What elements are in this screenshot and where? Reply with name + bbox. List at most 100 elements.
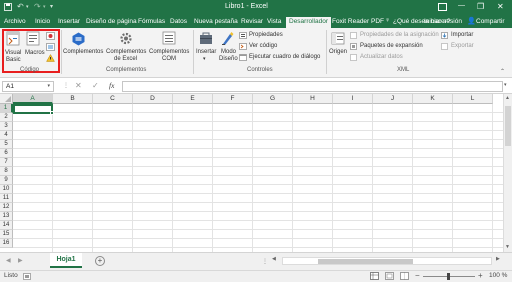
column-header-b[interactable]: B xyxy=(53,94,93,104)
propiedades-label[interactable]: Propiedades xyxy=(249,32,283,38)
scroll-up-icon[interactable]: ▲ xyxy=(505,95,510,101)
expand-formula-bar-icon[interactable]: ▾ xyxy=(504,82,507,88)
view-code-icon[interactable] xyxy=(239,43,247,50)
com-addins-icon[interactable] xyxy=(162,31,176,46)
column-header-f[interactable]: F xyxy=(213,94,253,104)
scroll-down-icon[interactable]: ▼ xyxy=(505,244,510,250)
prev-sheet-icon[interactable]: ◀ xyxy=(6,257,11,264)
column-header-a[interactable]: A xyxy=(13,94,53,104)
worksheet-grid[interactable]: ABCDEFGHIJKL 1 2 3 4 5 6 7 8 9 10 11 12 13 14 15 16 ▲ ▼ xyxy=(0,94,512,252)
confirm-entry-button[interactable]: ✓ xyxy=(92,81,99,90)
tab-insertar[interactable]: Insertar xyxy=(58,16,80,28)
sheet-tab-hoja1[interactable]: Hoja1 xyxy=(50,253,82,268)
tab-archivo[interactable]: Archivo xyxy=(4,16,26,28)
share-button[interactable]: Compartir xyxy=(476,16,505,28)
tab-inicio[interactable]: Inicio xyxy=(35,16,50,28)
fill-handle[interactable] xyxy=(50,111,54,115)
select-all-corner[interactable] xyxy=(0,94,13,104)
column-header-i[interactable]: I xyxy=(333,94,373,104)
ribbon-display-options-icon[interactable] xyxy=(438,3,447,11)
row-header-15[interactable]: 15 xyxy=(0,230,13,239)
restore-button[interactable]: ❐ xyxy=(477,2,484,11)
column-header-k[interactable]: K xyxy=(413,94,453,104)
zoom-out-button[interactable]: − xyxy=(415,271,420,280)
tab-diseno-pagina[interactable]: Diseño de página xyxy=(86,16,137,28)
normal-view-icon[interactable] xyxy=(370,272,379,280)
column-header-l[interactable]: L xyxy=(453,94,493,104)
tab-revisar[interactable]: Revisar xyxy=(241,16,263,28)
horizontal-scroll-thumb[interactable] xyxy=(318,259,413,264)
importar-label[interactable]: Importar xyxy=(451,32,473,38)
column-header-h[interactable]: H xyxy=(293,94,333,104)
undo-icon[interactable]: ↶ xyxy=(17,2,24,11)
insertar-dropdown-icon[interactable]: ▾ xyxy=(203,56,206,62)
active-cell-a1[interactable] xyxy=(13,104,53,114)
excel-addins-label-2[interactable]: de Excel xyxy=(114,56,137,62)
expansion-packs-icon[interactable] xyxy=(350,43,357,50)
tab-split-handle[interactable]: ⋮ xyxy=(262,258,268,265)
properties-icon[interactable] xyxy=(239,32,247,39)
tab-desarrollador[interactable]: Desarrollador xyxy=(286,17,332,28)
tab-vista[interactable]: Vista xyxy=(267,16,281,28)
run-dialog-icon[interactable] xyxy=(239,54,247,61)
origen-label[interactable]: Origen xyxy=(329,49,347,55)
column-header-c[interactable]: C xyxy=(93,94,133,104)
minimize-button[interactable]: — xyxy=(458,2,465,9)
tab-nueva-pestana[interactable]: Nueva pestaña xyxy=(194,16,238,28)
row-header-2[interactable]: 2 xyxy=(0,113,13,122)
zoom-slider-thumb[interactable] xyxy=(447,273,450,280)
close-button[interactable]: ✕ xyxy=(497,2,504,11)
insert-function-button[interactable]: fx xyxy=(109,81,114,90)
cancel-entry-button[interactable]: ✕ xyxy=(75,81,82,90)
tab-datos[interactable]: Datos xyxy=(170,16,187,28)
row-header-10[interactable]: 10 xyxy=(0,185,13,194)
vertical-scrollbar[interactable]: ▲ ▼ xyxy=(503,94,512,252)
name-box-dropdown-icon[interactable]: ▾ xyxy=(47,83,50,89)
ejecutar-dialogo-label[interactable]: Ejecutar cuadro de diálogo xyxy=(249,54,320,60)
row-header-12[interactable]: 12 xyxy=(0,203,13,212)
row-header-13[interactable]: 13 xyxy=(0,212,13,221)
excel-addins-label[interactable]: Complementos xyxy=(106,49,146,55)
vertical-scroll-thumb[interactable] xyxy=(505,106,511,146)
row-header-16[interactable]: 16 xyxy=(0,239,13,248)
row-header-1[interactable]: 1 xyxy=(0,104,13,113)
com-addins-label[interactable]: Complementos xyxy=(149,49,189,55)
zoom-level[interactable]: 100 % xyxy=(489,272,507,279)
row-header-7[interactable]: 7 xyxy=(0,158,13,167)
redo-dropdown-icon[interactable]: ▾ xyxy=(43,4,46,10)
xml-source-icon[interactable] xyxy=(331,32,345,45)
add-sheet-button[interactable]: + xyxy=(95,256,105,266)
column-header-j[interactable]: J xyxy=(373,94,413,104)
modo-diseno-label[interactable]: Modo xyxy=(221,49,236,55)
page-break-view-icon[interactable] xyxy=(400,272,409,280)
redo-icon[interactable]: ↷ xyxy=(34,2,41,11)
row-header-5[interactable]: 5 xyxy=(0,140,13,149)
name-box[interactable]: A1 ▾ xyxy=(2,81,54,92)
undo-dropdown-icon[interactable]: ▾ xyxy=(26,4,29,10)
column-header-e[interactable]: E xyxy=(173,94,213,104)
row-header-8[interactable]: 8 xyxy=(0,167,13,176)
row-header-9[interactable]: 9 xyxy=(0,176,13,185)
complementos-label[interactable]: Complementos xyxy=(63,49,103,55)
macro-recording-icon[interactable] xyxy=(23,273,31,280)
excel-addins-gear-icon[interactable] xyxy=(119,31,133,46)
column-header-g[interactable]: G xyxy=(253,94,293,104)
row-header-11[interactable]: 11 xyxy=(0,194,13,203)
formula-input[interactable] xyxy=(122,81,503,92)
row-header-4[interactable]: 4 xyxy=(0,131,13,140)
row-header-3[interactable]: 3 xyxy=(0,122,13,131)
tab-formulas[interactable]: Fórmulas xyxy=(138,16,165,28)
toolbox-icon[interactable] xyxy=(199,32,213,45)
design-mode-icon[interactable] xyxy=(221,31,235,46)
scroll-right-icon[interactable]: ▶ xyxy=(496,256,500,262)
collapse-ribbon-icon[interactable]: ⌃ xyxy=(500,68,505,75)
page-layout-view-icon[interactable] xyxy=(385,272,394,280)
expansion-packs-label[interactable]: Paquetes de expansión xyxy=(360,43,423,49)
next-sheet-icon[interactable]: ▶ xyxy=(18,257,23,264)
scroll-left-icon[interactable]: ◀ xyxy=(272,256,276,262)
ver-codigo-label[interactable]: Ver código xyxy=(249,43,277,49)
store-icon[interactable] xyxy=(72,32,85,46)
tab-foxit-reader-pdf[interactable]: Foxit Reader PDF xyxy=(332,16,384,28)
zoom-in-button[interactable]: + xyxy=(478,271,483,280)
save-icon[interactable] xyxy=(4,3,12,11)
